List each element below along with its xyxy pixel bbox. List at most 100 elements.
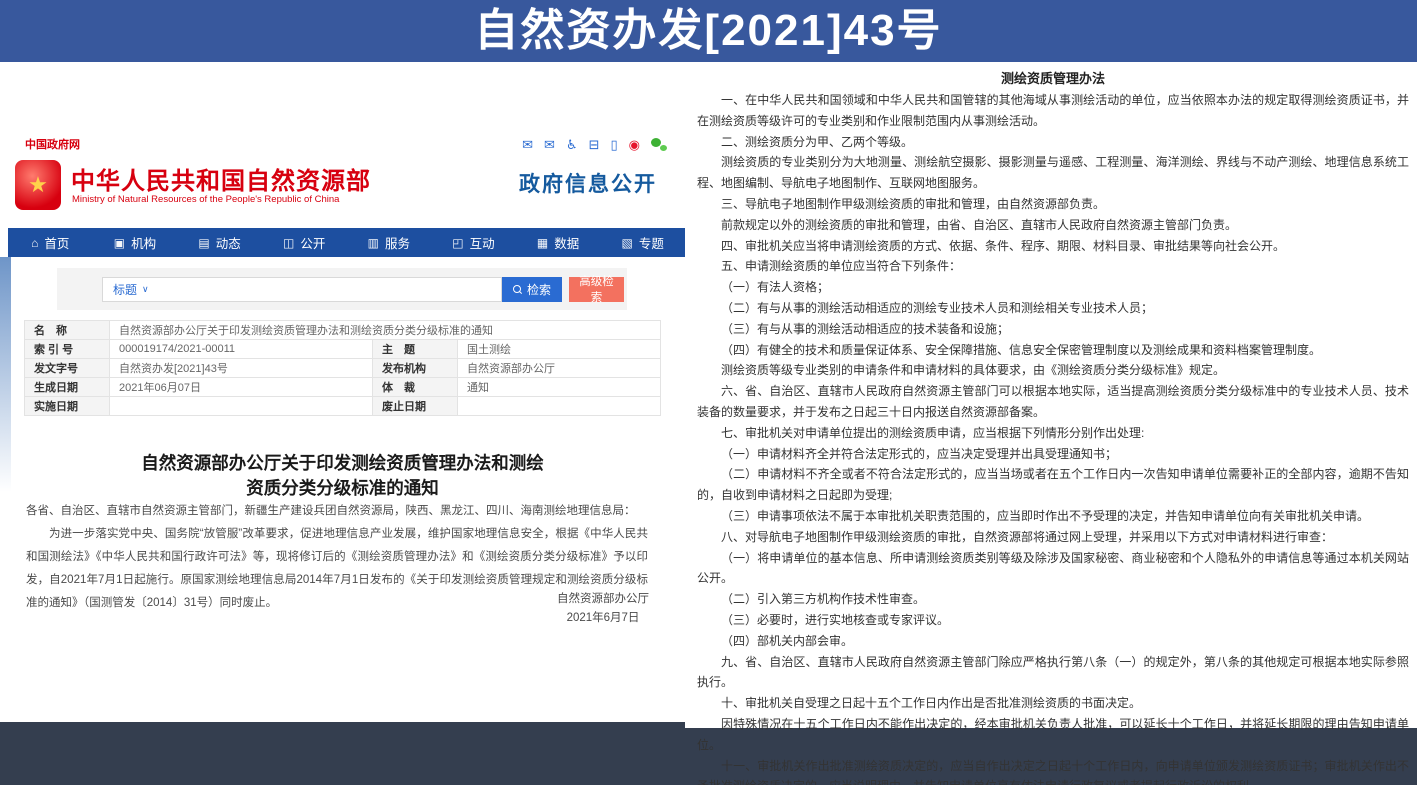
weibo-icon[interactable]: ◉ bbox=[629, 138, 640, 151]
nav-item-label: 服务 bbox=[385, 233, 410, 252]
notice-title-line1: 自然资源部办公厅关于印发测绘资质管理办法和测绘 bbox=[24, 451, 661, 476]
nav-item-label: 公开 bbox=[300, 233, 325, 252]
notice-salutation: 各省、自治区、直辖市自然资源主管部门，新疆生产建设兵团自然资源局，陕西、黑龙江、… bbox=[26, 500, 648, 523]
meta-index-value: 000019174/2021-00011 bbox=[110, 340, 373, 359]
nav-item-label: 机构 bbox=[131, 233, 156, 252]
advanced-search-button[interactable]: 高级检索 bbox=[569, 277, 624, 302]
meta-genre-value: 通知 bbox=[458, 378, 661, 397]
doc-paragraph: 四、审批机关应当将申请测绘资质的方式、依据、条件、程序、期限、材料目录、审批结果… bbox=[697, 236, 1409, 257]
nav-item[interactable]: ▦ 数据 bbox=[516, 228, 601, 257]
website-screenshot-panel: 中国政府网 ✉ ✉ ♿ ⊟ ▯ ◉ ★ bbox=[0, 62, 685, 722]
meta-impl-label: 实施日期 bbox=[25, 397, 110, 416]
doc-paragraph: （三）必要时，进行实地核查或专家评议。 bbox=[697, 610, 1409, 631]
news-icon: ▤ bbox=[198, 236, 209, 250]
title-filter-select[interactable]: 标题 ∨ bbox=[103, 281, 159, 298]
doc-paragraph: （三）申请事项依法不属于本审批机关职责范围的，应当即时作出不予受理的决定，并告知… bbox=[697, 506, 1409, 527]
mail-subscribe-icon[interactable]: ✉ bbox=[544, 138, 555, 151]
search-button[interactable]: 检索 bbox=[502, 277, 562, 302]
meta-genre-label: 体 裁 bbox=[373, 378, 458, 397]
doc-paragraph: 七、审批机关对申请单位提出的测绘资质申请，应当根据下列情形分别作出处理: bbox=[697, 423, 1409, 444]
nav-item[interactable]: ◰ 互动 bbox=[431, 228, 516, 257]
service-icon: ▥ bbox=[368, 236, 379, 250]
site-masthead: ★ 中华人民共和国自然资源部 Ministry of Natural Resou… bbox=[8, 158, 667, 226]
data-icon: ▦ bbox=[537, 236, 548, 250]
notice-sign-date: 2021年6月7日 bbox=[557, 609, 649, 628]
doc-paragraph: 八、对导航电子地图制作甲级测绘资质的审批，自然资源部将通过网上受理，并采用以下方… bbox=[697, 527, 1409, 548]
regulation-title: 测绘资质管理办法 bbox=[697, 68, 1409, 87]
meta-index-label: 索 引 号 bbox=[25, 340, 110, 359]
meta-repeal-label: 废止日期 bbox=[373, 397, 458, 416]
meta-subject-label: 主 题 bbox=[373, 340, 458, 359]
notice-signer: 自然资源部办公厅 bbox=[557, 590, 649, 609]
notice-paragraph: 为进一步落实党中央、国务院“放管服”改革要求，促进地理信息产业发展，维护国家地理… bbox=[26, 523, 648, 615]
doc-paragraph: 九、省、自治区、直辖市人民政府自然资源主管部门除应严格执行第八条（一）的规定外，… bbox=[697, 652, 1409, 694]
nav-item-label: 互动 bbox=[470, 233, 495, 252]
meta-date-label: 生成日期 bbox=[25, 378, 110, 397]
doc-paragraph: 测绘资质的专业类别分为大地测量、测绘航空摄影、摄影测量与遥感、工程测量、海洋测绘… bbox=[697, 152, 1409, 194]
nav-item[interactable]: ◫ 公开 bbox=[262, 228, 347, 257]
national-emblem: ★ bbox=[15, 160, 61, 210]
nav-item[interactable]: ▥ 服务 bbox=[347, 228, 432, 257]
slide-banner: 自然资办发[2021]43号 bbox=[0, 0, 1417, 62]
search-button-label: 检索 bbox=[527, 281, 551, 298]
doc-paragraph: 三、导航电子地图制作甲级测绘资质的审批和管理，由自然资源部负责。 bbox=[697, 194, 1409, 215]
doc-paragraph: 十、审批机关自受理之日起十五个工作日内作出是否批准测绘资质的书面决定。 bbox=[697, 693, 1409, 714]
meta-date-value: 2021年06月07日 bbox=[110, 378, 373, 397]
doc-paragraph: （一）将申请单位的基本信息、所申请测绘资质类别等级及除涉及国家秘密、商业秘密和个… bbox=[697, 548, 1409, 590]
table-row: 索 引 号 000019174/2021-00011 主 题 国土测绘 bbox=[25, 340, 661, 359]
nav-item[interactable]: ▤ 动态 bbox=[177, 228, 262, 257]
nav-item[interactable]: ▣ 机构 bbox=[93, 228, 178, 257]
nav-item[interactable]: ⌂ 首页 bbox=[8, 228, 93, 257]
search-input[interactable] bbox=[159, 278, 501, 301]
doc-paragraph: 前款规定以外的测绘资质的审批和管理，由省、自治区、直辖市人民政府自然资源主管部门… bbox=[697, 215, 1409, 236]
search-panel: 标题 ∨ 检索 高级检索 bbox=[57, 268, 627, 310]
doc-paragraph: （一）申请材料齐全并符合法定形式的，应当决定受理并出具受理通知书； bbox=[697, 444, 1409, 465]
meta-agency-value: 自然资源部办公厅 bbox=[458, 359, 661, 378]
table-row: 发文字号 自然资办发[2021]43号 发布机构 自然资源部办公厅 bbox=[25, 359, 661, 378]
meta-subject-value: 国土测绘 bbox=[458, 340, 661, 359]
mobile-icon[interactable]: ▯ bbox=[611, 138, 618, 151]
table-row: 生成日期 2021年06月07日 体 裁 通知 bbox=[25, 378, 661, 397]
notice-body: 各省、自治区、直辖市自然资源主管部门，新疆生产建设兵团自然资源局，陕西、黑龙江、… bbox=[26, 500, 648, 615]
nav-item-label: 数据 bbox=[554, 233, 579, 252]
search-icon bbox=[513, 285, 522, 294]
document-meta-table: 名 称 自然资源部办公厅关于印发测绘资质管理办法和测绘资质分类分级标准的通知 索… bbox=[24, 320, 661, 416]
page-edge-gradient bbox=[0, 257, 11, 492]
topic-icon: ▧ bbox=[622, 236, 633, 250]
mail-icon[interactable]: ✉ bbox=[522, 138, 533, 151]
utility-icons: ✉ ✉ ♿ ⊟ ▯ ◉ bbox=[522, 138, 667, 151]
doc-paragraph: （二）引入第三方机构作技术性审查。 bbox=[697, 589, 1409, 610]
print-icon[interactable]: ⊟ bbox=[589, 138, 600, 151]
home-icon: ⌂ bbox=[31, 236, 38, 250]
disclosure-icon: ◫ bbox=[283, 236, 294, 250]
wechat-icon[interactable] bbox=[651, 138, 667, 151]
doc-paragraph: （二）申请材料不齐全或者不符合法定形式的，应当当场或者在五个工作日内一次告知申请… bbox=[697, 464, 1409, 506]
meta-docno-value: 自然资办发[2021]43号 bbox=[110, 359, 373, 378]
doc-paragraph: （四）有健全的技术和质量保证体系、安全保障措施、信息安全保密管理制度以及测绘成果… bbox=[697, 340, 1409, 361]
notice-title: 自然资源部办公厅关于印发测绘资质管理办法和测绘 资质分类分级标准的通知 bbox=[24, 451, 661, 501]
doc-paragraph: 测绘资质等级专业类别的申请条件和申请材料的具体要求，由《测绘资质分类分级标准》规… bbox=[697, 360, 1409, 381]
doc-paragraph: （三）有与从事的测绘活动相适应的技术装备和设施； bbox=[697, 319, 1409, 340]
nav-item-label: 专题 bbox=[639, 233, 664, 252]
doc-paragraph: 因特殊情况在十五个工作日内不能作出决定的，经本审批机关负责人批准，可以延长十个工… bbox=[697, 714, 1409, 756]
nav-item-label: 动态 bbox=[216, 233, 241, 252]
site-navbar: ⌂ 首页 ▣ 机构 ▤ 动态 ◫ 公开 bbox=[8, 228, 685, 257]
nav-item[interactable]: ▧ 专题 bbox=[600, 228, 685, 257]
accessibility-icon[interactable]: ♿ bbox=[566, 138, 578, 151]
table-row: 名 称 自然资源部办公厅关于印发测绘资质管理办法和测绘资质分类分级标准的通知 bbox=[25, 321, 661, 340]
doc-paragraph: （四）部机关内部会审。 bbox=[697, 631, 1409, 652]
doc-paragraph: 五、申请测绘资质的单位应当符合下列条件： bbox=[697, 256, 1409, 277]
gov-portal-link[interactable]: 中国政府网 bbox=[25, 136, 80, 152]
nav-item-label: 首页 bbox=[44, 233, 69, 252]
slide-title: 自然资办发[2021]43号 bbox=[474, 9, 942, 53]
meta-agency-label: 发布机构 bbox=[373, 359, 458, 378]
doc-paragraph: 二、测绘资质分为甲、乙两个等级。 bbox=[697, 132, 1409, 153]
interact-icon: ◰ bbox=[452, 236, 463, 250]
doc-paragraph: 一、在中华人民共和国领域和中华人民共和国管辖的其他海域从事测绘活动的单位，应当依… bbox=[697, 90, 1409, 132]
ministry-name-en: Ministry of Natural Resources of the Peo… bbox=[72, 194, 339, 205]
chevron-down-icon: ∨ bbox=[142, 284, 149, 295]
slide: 自然资办发[2021]43号 中国政府网 ✉ ✉ ♿ ⊟ ▯ ◉ bbox=[0, 0, 1417, 785]
meta-repeal-value bbox=[458, 397, 661, 416]
org-icon: ▣ bbox=[114, 236, 125, 250]
notice-title-line2: 资质分类分级标准的通知 bbox=[24, 476, 661, 501]
